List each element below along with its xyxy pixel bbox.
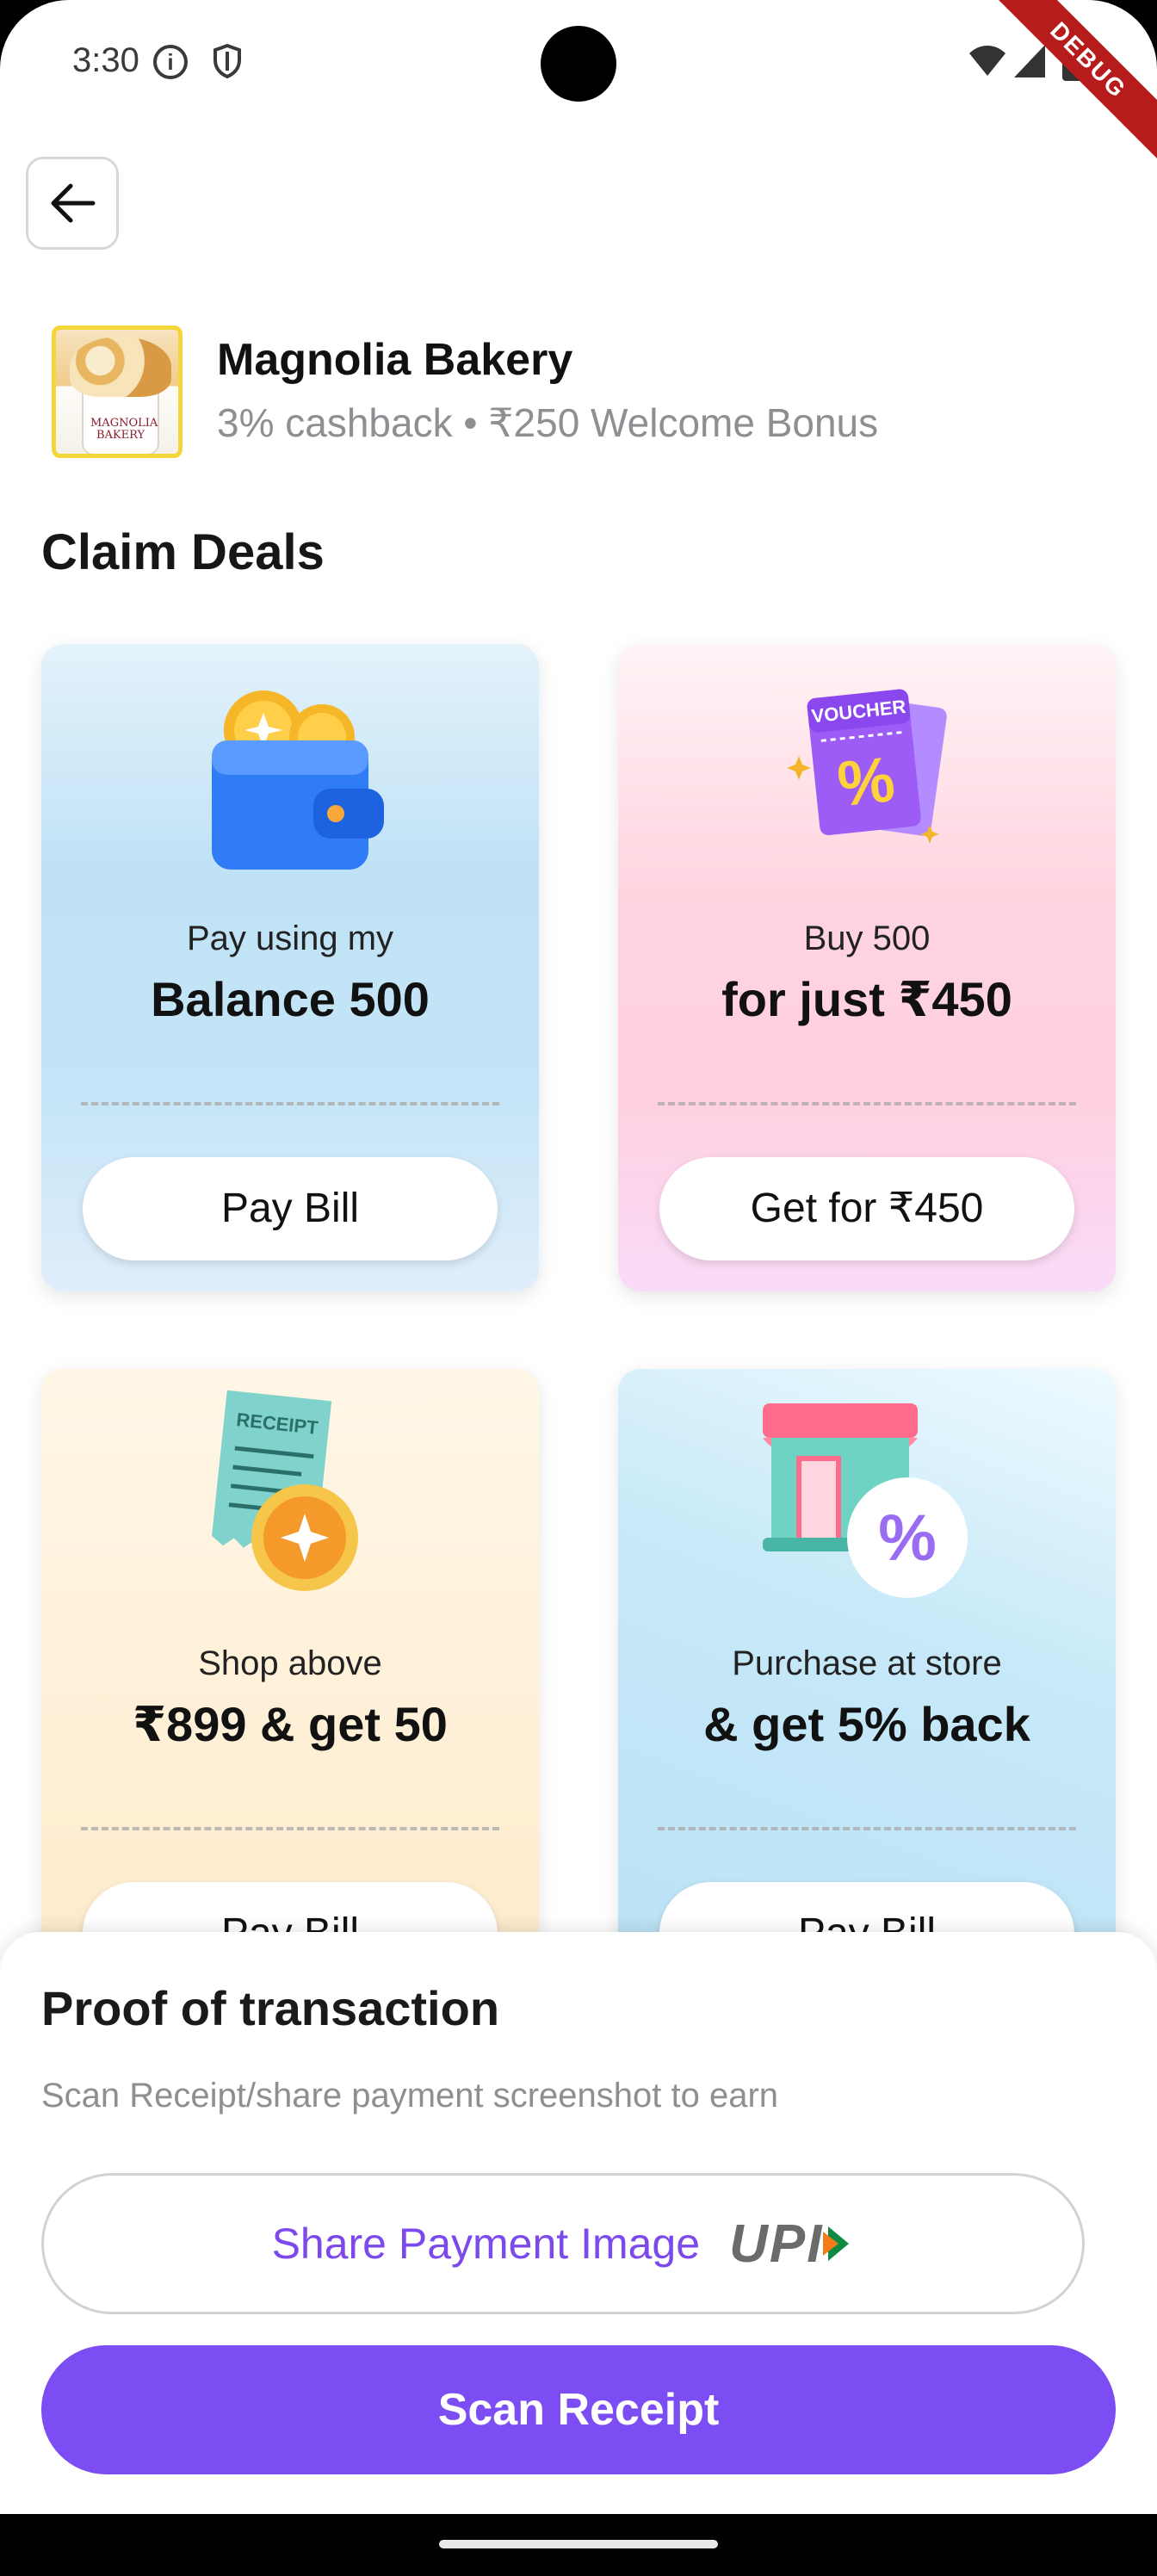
receipt-icon: RECEIPT	[212, 1390, 358, 1591]
upi-logo: UPI	[729, 2214, 854, 2275]
sheet-subtitle: Scan Receipt/share payment screenshot to…	[41, 2077, 779, 2115]
deal-line2: & get 5% back	[703, 1697, 1030, 1751]
arrow-left-icon	[51, 183, 96, 223]
proof-bottom-sheet: Proof of transaction Scan Receipt/share …	[0, 1932, 1157, 2514]
scan-receipt-button[interactable]: Scan Receipt	[41, 2345, 1116, 2474]
store-logo: MAGNOLIA BAKERY	[52, 325, 183, 458]
wifi-icon	[969, 46, 1005, 76]
app-screen: 3:30 i DEBUG MAGNOLIA BAKERY Magnolia Ba…	[0, 0, 1157, 2576]
upi-text: UPI	[729, 2214, 824, 2274]
share-label: Share Payment Image	[271, 2220, 701, 2268]
dashed-divider	[81, 1102, 499, 1105]
deal-line2: for just ₹450	[721, 972, 1012, 1026]
deal-line1: Shop above	[198, 1644, 382, 1682]
store-subtitle: 3% cashback • ₹250 Welcome Bonus	[217, 400, 879, 445]
deal-card-receipt[interactable]: RECEIPT Shop above ₹899 & get 50 Pay Bil…	[41, 1369, 539, 2016]
upi-arrow-icon	[823, 2226, 850, 2261]
deal-line1: Purchase at store	[732, 1644, 1002, 1682]
share-payment-image-button[interactable]: Share Payment Image UPI	[41, 2173, 1085, 2314]
debug-ribbon: DEBUG	[981, 0, 1157, 167]
svg-text:%: %	[878, 1502, 937, 1575]
dashed-divider	[658, 1827, 1076, 1830]
deal-line2: Balance 500	[151, 972, 430, 1026]
svg-text:%: %	[834, 743, 898, 820]
dashed-divider	[81, 1827, 499, 1830]
home-indicator[interactable]	[439, 2540, 718, 2548]
deal-card-balance[interactable]: Pay using my Balance 500 Pay Bill	[41, 644, 539, 1291]
deal-card-voucher[interactable]: VOUCHER % Buy 500 for just ₹450 Get for …	[618, 644, 1116, 1291]
deal-line2: ₹899 & get 50	[133, 1697, 448, 1751]
camera-cutout	[541, 26, 616, 102]
store-percent-icon: %	[763, 1403, 968, 1598]
voucher-icon: VOUCHER %	[787, 689, 947, 844]
logo-dessert	[70, 337, 171, 397]
deal-line1: Buy 500	[803, 920, 931, 957]
get-voucher-button[interactable]: Get for ₹450	[659, 1157, 1074, 1260]
shield-icon	[213, 43, 241, 79]
info-icon: i	[153, 45, 188, 79]
back-button[interactable]	[26, 157, 119, 250]
logo-text: MAGNOLIA BAKERY	[90, 417, 158, 442]
deal-card-store[interactable]: % Purchase at store & get 5% back Pay Bi…	[618, 1369, 1116, 2016]
sheet-title: Proof of transaction	[41, 1981, 500, 2035]
status-time: 3:30	[72, 41, 139, 79]
deal-line1: Pay using my	[186, 920, 394, 957]
dashed-divider	[658, 1102, 1076, 1105]
status-bar: 3:30 i DEBUG	[0, 0, 1157, 167]
signal-icon	[1014, 45, 1045, 77]
claim-deals-title: Claim Deals	[41, 524, 325, 580]
pay-bill-button[interactable]: Pay Bill	[83, 1157, 498, 1260]
store-name: Magnolia Bakery	[217, 335, 573, 385]
wallet-icon	[212, 690, 384, 870]
